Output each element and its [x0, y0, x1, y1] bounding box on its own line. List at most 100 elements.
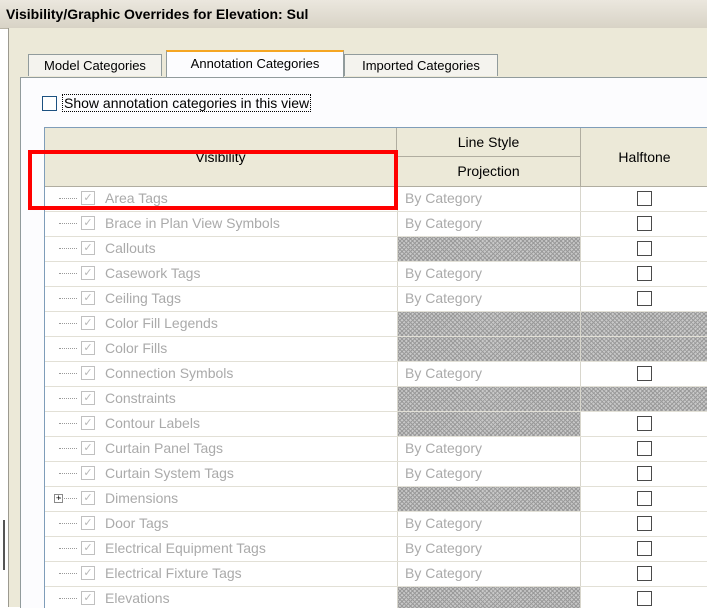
tab-label: Model Categories	[44, 58, 146, 73]
visibility-checkbox[interactable]: ✓	[81, 516, 95, 530]
line-style-cell[interactable]	[397, 312, 581, 336]
line-style-cell[interactable]	[397, 412, 581, 436]
visibility-checkbox[interactable]: ✓	[81, 466, 95, 480]
line-style-value: By Category	[405, 190, 483, 206]
category-name: Color Fills	[105, 340, 168, 356]
halftone-checkbox[interactable]	[637, 366, 652, 381]
halftone-checkbox[interactable]	[637, 541, 652, 556]
tree-connector	[59, 548, 77, 549]
visibility-checkbox[interactable]: ✓	[81, 491, 95, 505]
halftone-cell[interactable]	[581, 262, 707, 286]
visibility-checkbox[interactable]: ✓	[81, 266, 95, 280]
line-style-cell[interactable]	[397, 237, 581, 261]
header-projection[interactable]: Projection	[397, 157, 581, 186]
tree-connector	[59, 573, 77, 574]
halftone-cell[interactable]	[581, 362, 707, 386]
category-name: Contour Labels	[105, 415, 200, 431]
line-style-cell[interactable]: By Category	[397, 262, 581, 286]
visibility-checkbox[interactable]: ✓	[81, 241, 95, 255]
line-style-cell[interactable]: By Category	[397, 287, 581, 311]
halftone-cell[interactable]	[581, 512, 707, 536]
halftone-checkbox[interactable]	[637, 266, 652, 281]
halftone-cell[interactable]	[581, 287, 707, 311]
header-halftone[interactable]: Halftone	[581, 128, 707, 186]
halftone-checkbox[interactable]	[637, 466, 652, 481]
table-row[interactable]: ✓ Contour Labels	[45, 412, 707, 437]
line-style-cell[interactable]: By Category	[397, 512, 581, 536]
line-style-value: By Category	[405, 565, 483, 581]
line-style-cell[interactable]: By Category	[397, 537, 581, 561]
line-style-cell[interactable]: By Category	[397, 362, 581, 386]
halftone-checkbox[interactable]	[637, 491, 652, 506]
visibility-checkbox[interactable]: ✓	[81, 216, 95, 230]
visibility-checkbox[interactable]: ✓	[81, 291, 95, 305]
halftone-cell[interactable]	[581, 237, 707, 261]
category-name: Door Tags	[105, 515, 169, 531]
halftone-cell[interactable]	[581, 587, 707, 608]
line-style-cell[interactable]: By Category	[397, 187, 581, 211]
show-annotation-checkbox-row[interactable]: Show annotation categories in this view	[42, 93, 312, 113]
visibility-checkbox[interactable]: ✓	[81, 316, 95, 330]
category-name: Brace in Plan View Symbols	[105, 215, 280, 231]
table-row[interactable]: ✓ Color Fill Legends	[45, 312, 707, 337]
halftone-cell[interactable]	[581, 412, 707, 436]
show-annotation-checkbox[interactable]	[42, 95, 57, 111]
category-name: Color Fill Legends	[105, 315, 218, 331]
table-row[interactable]: ✓ Callouts	[45, 237, 707, 262]
tab-model-categories[interactable]: Model Categories	[28, 54, 162, 76]
halftone-checkbox[interactable]	[637, 566, 652, 581]
table-row[interactable]: ✓ Connection Symbols By Category	[45, 362, 707, 387]
tab-annotation-categories[interactable]: Annotation Categories	[166, 50, 344, 77]
halftone-cell[interactable]	[581, 462, 707, 486]
halftone-cell[interactable]	[581, 212, 707, 236]
header-projection-label: Projection	[457, 163, 520, 179]
halftone-cell[interactable]	[581, 562, 707, 586]
halftone-checkbox[interactable]	[637, 591, 652, 606]
halftone-checkbox[interactable]	[637, 291, 652, 306]
visibility-checkbox[interactable]: ✓	[81, 441, 95, 455]
halftone-cell[interactable]	[581, 437, 707, 461]
halftone-checkbox[interactable]	[637, 241, 652, 256]
table-row[interactable]: ✓ Curtain Panel Tags By Category	[45, 437, 707, 462]
line-style-cell[interactable]: By Category	[397, 437, 581, 461]
header-line-style[interactable]: Line Style	[397, 128, 581, 157]
line-style-cell[interactable]: By Category	[397, 462, 581, 486]
table-row[interactable]: ✓ Electrical Fixture Tags By Category	[45, 562, 707, 587]
table-row[interactable]: ✓ Elevations	[45, 587, 707, 608]
line-style-cell[interactable]: By Category	[397, 562, 581, 586]
visibility-checkbox[interactable]: ✓	[81, 416, 95, 430]
table-row[interactable]: ✓ Ceiling Tags By Category	[45, 287, 707, 312]
halftone-cell[interactable]	[581, 187, 707, 211]
table-row[interactable]: ✓ Constraints	[45, 387, 707, 412]
table-row[interactable]: ✓ Electrical Equipment Tags By Category	[45, 537, 707, 562]
visibility-checkbox[interactable]: ✓	[81, 391, 95, 405]
show-annotation-label[interactable]: Show annotation categories in this view	[62, 94, 312, 112]
halftone-checkbox[interactable]	[637, 216, 652, 231]
visibility-checkbox[interactable]: ✓	[81, 591, 95, 605]
tab-imported-categories[interactable]: Imported Categories	[344, 54, 498, 76]
visibility-checkbox[interactable]: ✓	[81, 366, 95, 380]
halftone-cell[interactable]	[581, 537, 707, 561]
line-style-value: By Category	[405, 265, 483, 281]
line-style-cell[interactable]	[397, 587, 581, 608]
table-row[interactable]: ✓ Door Tags By Category	[45, 512, 707, 537]
tree-connector	[59, 223, 77, 224]
halftone-cell	[581, 387, 707, 411]
visibility-checkbox[interactable]: ✓	[81, 566, 95, 580]
halftone-checkbox[interactable]	[637, 191, 652, 206]
visibility-checkbox[interactable]: ✓	[81, 541, 95, 555]
table-row[interactable]: ✓ Casework Tags By Category	[45, 262, 707, 287]
line-style-cell[interactable]	[397, 487, 581, 511]
line-style-cell[interactable]	[397, 387, 581, 411]
halftone-cell[interactable]	[581, 487, 707, 511]
table-row[interactable]: ✓ Curtain System Tags By Category	[45, 462, 707, 487]
line-style-cell[interactable]	[397, 337, 581, 361]
halftone-checkbox[interactable]	[637, 441, 652, 456]
table-row[interactable]: + ✓ Dimensions	[45, 487, 707, 512]
table-row[interactable]: ✓ Brace in Plan View Symbols By Category	[45, 212, 707, 237]
halftone-checkbox[interactable]	[637, 516, 652, 531]
halftone-checkbox[interactable]	[637, 416, 652, 431]
line-style-cell[interactable]: By Category	[397, 212, 581, 236]
table-row[interactable]: ✓ Color Fills	[45, 337, 707, 362]
visibility-checkbox[interactable]: ✓	[81, 341, 95, 355]
